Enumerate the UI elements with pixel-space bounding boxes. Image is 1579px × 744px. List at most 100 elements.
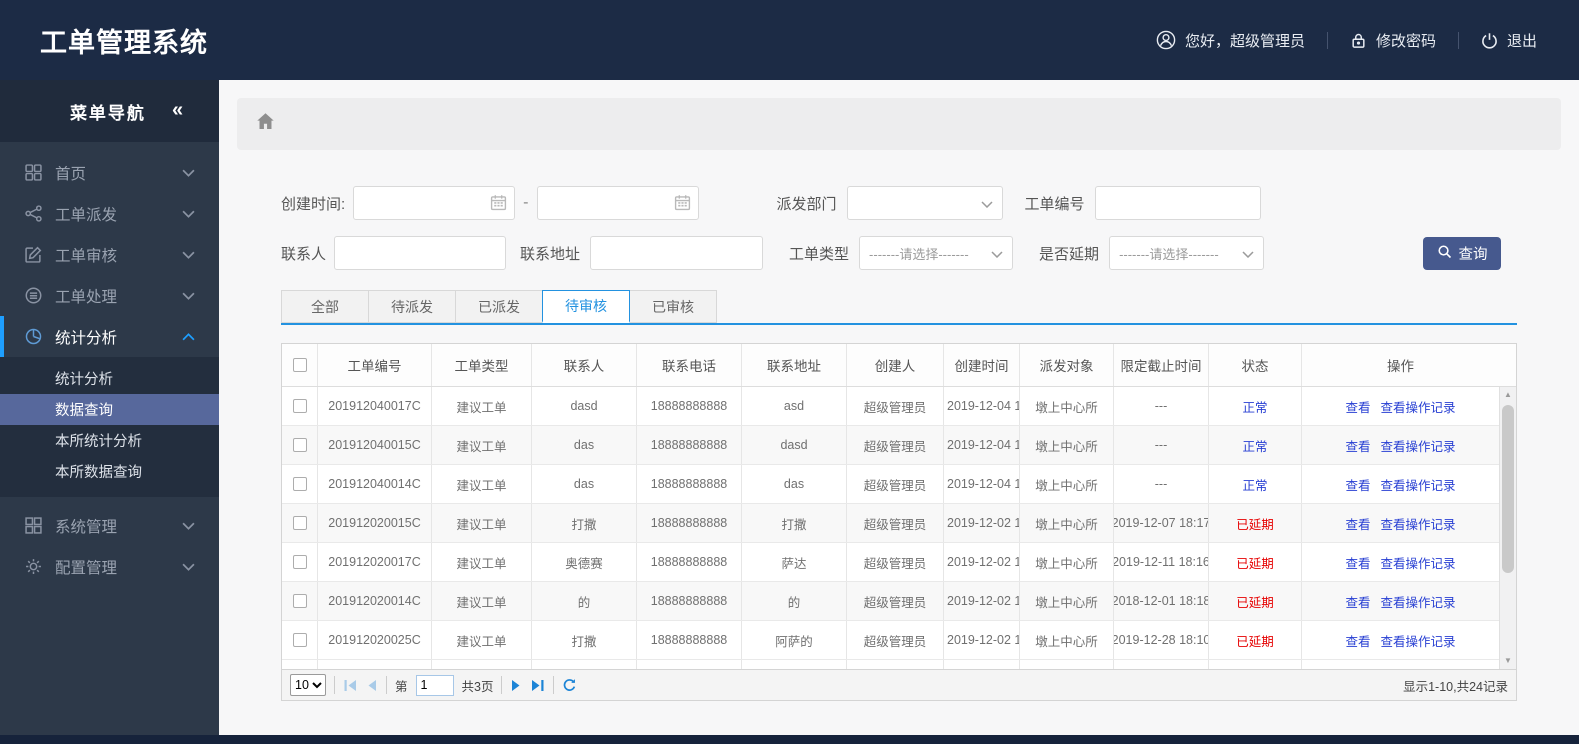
pie-chart-icon bbox=[25, 328, 42, 345]
order-type-label: 工单类型 bbox=[789, 245, 850, 263]
table-row: 201912040015C 建议工单 das 18888888888 dasd … bbox=[282, 426, 1516, 465]
view-link[interactable]: 查看 bbox=[1345, 514, 1370, 533]
share-icon bbox=[25, 205, 42, 222]
tab-all[interactable]: 全部 bbox=[281, 290, 369, 323]
view-link[interactable]: 查看 bbox=[1345, 553, 1370, 572]
sidebar-item-home[interactable]: 首页 bbox=[0, 152, 219, 193]
view-log-link[interactable]: 查看操作记录 bbox=[1381, 631, 1456, 650]
sidebar-item-dispatch[interactable]: 工单派发 bbox=[0, 193, 219, 234]
row-checkbox[interactable] bbox=[292, 516, 307, 530]
sidebar-item-process[interactable]: 工单处理 bbox=[0, 275, 219, 316]
cell-created: 2019-12-04 15 bbox=[944, 426, 1020, 464]
view-log-link[interactable]: 查看操作记录 bbox=[1381, 514, 1456, 533]
table-row: 201912020017C 建议工单 奥德赛 18888888888 萨达 超级… bbox=[282, 543, 1516, 582]
view-link[interactable]: 查看 bbox=[1345, 436, 1370, 455]
table-row: 201912040017C 建议工单 dasd 18888888888 asd … bbox=[282, 387, 1516, 426]
sidebar-item-statistics[interactable]: 统计分析 bbox=[0, 316, 219, 357]
row-checkbox[interactable] bbox=[292, 477, 307, 491]
tab-pending-review[interactable]: 待审核 bbox=[542, 290, 630, 323]
cell-created: 2019-12-04 15 bbox=[944, 387, 1020, 425]
prev-page-button[interactable] bbox=[366, 679, 378, 692]
cell-type: 建议工单 bbox=[432, 465, 532, 503]
cell-phone: 18888888888 bbox=[637, 582, 742, 620]
cell-contact: 的 bbox=[532, 582, 637, 620]
status-badge: 正常 bbox=[1242, 478, 1268, 493]
first-page-button[interactable] bbox=[343, 679, 358, 692]
dispatch-dept-select[interactable] bbox=[846, 186, 1003, 220]
tab-dispatched[interactable]: 已派发 bbox=[455, 290, 543, 323]
sidebar-title: 菜单导航 bbox=[69, 103, 146, 123]
chevron-down-icon bbox=[182, 205, 195, 223]
order-no-input[interactable] bbox=[1094, 186, 1261, 220]
calendar-icon[interactable] bbox=[674, 194, 691, 216]
page-number-input[interactable] bbox=[415, 674, 454, 696]
logout-button[interactable]: 退出 bbox=[1481, 30, 1537, 51]
row-checkbox[interactable] bbox=[292, 399, 307, 413]
cell-deadline: 2019-12-11 18:16 bbox=[1114, 543, 1209, 581]
sidebar-subitem-data-query[interactable]: 数据查询 bbox=[0, 394, 219, 425]
sidebar-subitem-office-statistics[interactable]: 本所统计分析 bbox=[0, 425, 219, 456]
range-dash: - bbox=[523, 194, 529, 211]
sidebar-subitem-statistical-analysis[interactable]: 统计分析 bbox=[0, 363, 219, 394]
cell-type: 建议工单 bbox=[432, 387, 532, 425]
scrollbar-thumb[interactable] bbox=[1502, 405, 1514, 573]
table-row-partial bbox=[282, 660, 1516, 669]
cell-creator: 超级管理员 bbox=[847, 465, 944, 503]
home-icon[interactable] bbox=[255, 111, 276, 137]
sidebar-subitem-office-data-query[interactable]: 本所数据查询 bbox=[0, 456, 219, 487]
view-link[interactable]: 查看 bbox=[1345, 475, 1370, 494]
view-link[interactable]: 查看 bbox=[1345, 631, 1370, 650]
next-page-button[interactable] bbox=[510, 679, 522, 692]
address-input[interactable] bbox=[590, 236, 764, 270]
scroll-down-icon[interactable]: ▼ bbox=[1500, 654, 1516, 668]
view-log-link[interactable]: 查看操作记录 bbox=[1381, 397, 1456, 416]
cell-target: 墩上中心所 bbox=[1020, 582, 1114, 620]
select-all-checkbox[interactable] bbox=[292, 358, 307, 372]
row-checkbox[interactable] bbox=[292, 633, 307, 647]
sidebar-item-system[interactable]: 系统管理 bbox=[0, 505, 219, 546]
divider bbox=[553, 676, 555, 694]
breadcrumb bbox=[237, 98, 1561, 150]
page-size-select[interactable]: 10 bbox=[290, 674, 326, 696]
chevron-down-icon bbox=[1242, 246, 1254, 261]
view-log-link[interactable]: 查看操作记录 bbox=[1381, 553, 1456, 572]
col-type: 工单类型 bbox=[432, 344, 532, 386]
user-greeting[interactable]: 您好，超级管理员 bbox=[1156, 30, 1305, 51]
view-log-link[interactable]: 查看操作记录 bbox=[1381, 475, 1456, 494]
scroll-up-icon[interactable]: ▲ bbox=[1500, 388, 1516, 402]
refresh-button[interactable] bbox=[562, 678, 577, 693]
table-scrollbar[interactable]: ▲ ▼ bbox=[1499, 387, 1516, 669]
table-row: 201912020014C 建议工单 的 18888888888 的 超级管理员… bbox=[282, 582, 1516, 621]
sidebar-item-config[interactable]: 配置管理 bbox=[0, 546, 219, 587]
row-checkbox[interactable] bbox=[292, 438, 307, 452]
tab-to-dispatch[interactable]: 待派发 bbox=[368, 290, 456, 323]
row-checkbox[interactable] bbox=[292, 594, 307, 608]
sidebar-item-review[interactable]: 工单审核 bbox=[0, 234, 219, 275]
col-creator: 创建人 bbox=[847, 344, 944, 386]
cell-order-no: 201912020017C bbox=[318, 543, 432, 581]
order-type-select[interactable]: -------请选择------- bbox=[859, 236, 1014, 270]
cell-creator: 超级管理员 bbox=[847, 621, 944, 659]
divider bbox=[334, 676, 335, 694]
contact-input[interactable] bbox=[334, 236, 507, 270]
filter-form: 创建时间: - 派发部门 工单编号 联系人 联系地址 工单类型 -------请… bbox=[281, 186, 1517, 270]
col-status: 状态 bbox=[1209, 344, 1302, 386]
view-link[interactable]: 查看 bbox=[1345, 592, 1370, 611]
delay-label: 是否延期 bbox=[1039, 245, 1100, 263]
search-icon bbox=[1437, 244, 1452, 263]
delay-select[interactable]: -------请选择------- bbox=[1109, 236, 1265, 270]
change-password-button[interactable]: 修改密码 bbox=[1350, 30, 1436, 51]
chevron-down-icon bbox=[980, 195, 993, 211]
row-checkbox[interactable] bbox=[292, 555, 307, 569]
view-link[interactable]: 查看 bbox=[1345, 397, 1370, 416]
view-log-link[interactable]: 查看操作记录 bbox=[1381, 592, 1456, 611]
col-deadline: 限定截止时间 bbox=[1114, 344, 1209, 386]
cell-deadline: 2019-12-28 18:10 bbox=[1114, 621, 1209, 659]
table-row: 201912020015C 建议工单 打撒 18888888888 打撒 超级管… bbox=[282, 504, 1516, 543]
last-page-button[interactable] bbox=[530, 679, 545, 692]
sidebar-collapse-icon[interactable]: « bbox=[172, 100, 183, 123]
tab-reviewed[interactable]: 已审核 bbox=[629, 290, 717, 323]
view-log-link[interactable]: 查看操作记录 bbox=[1381, 436, 1456, 455]
calendar-icon[interactable] bbox=[490, 194, 507, 216]
search-button[interactable]: 查询 bbox=[1423, 236, 1501, 270]
